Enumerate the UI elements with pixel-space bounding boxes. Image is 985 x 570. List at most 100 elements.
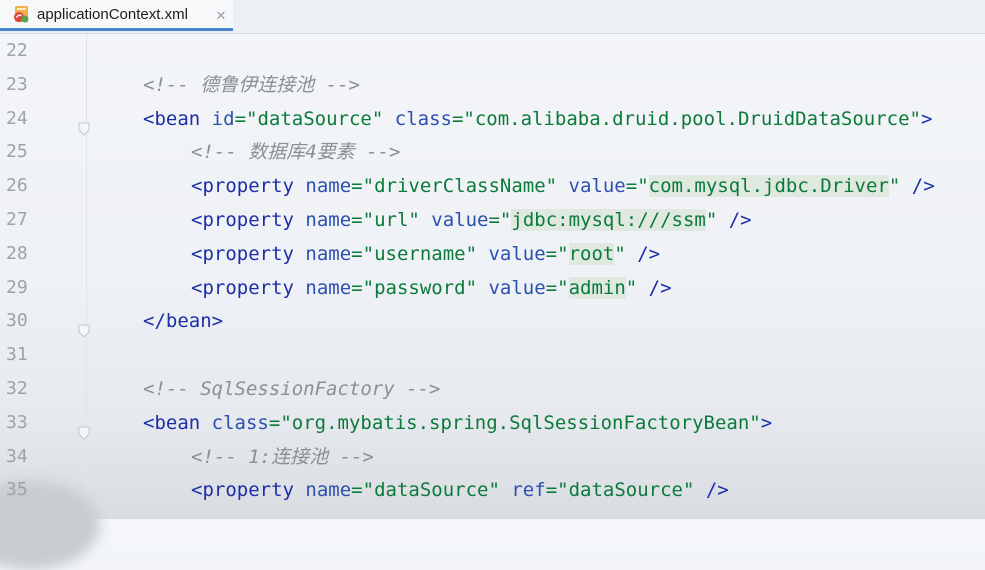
code-token: value	[488, 276, 546, 299]
code-line[interactable]: 34 <!-- 1:连接池 -->	[0, 440, 985, 474]
close-tab-icon[interactable]: ✕	[212, 7, 230, 25]
code-text: <bean class="org.mybatis.spring.SqlSessi…	[143, 406, 772, 440]
code-token: =	[351, 479, 363, 502]
spring-xml-file-icon	[12, 4, 32, 24]
code-token: value	[431, 209, 489, 231]
code-token: name	[305, 242, 352, 265]
code-token: =	[351, 175, 363, 198]
code-token: </bean>	[143, 310, 224, 333]
code-token: "	[625, 276, 638, 299]
code-text: <property name="username" value="root" /…	[191, 237, 660, 271]
code-line[interactable]: 23 <!-- 德鲁伊连接池 -->	[0, 68, 985, 102]
line-number: 29	[6, 276, 28, 298]
code-token: />	[637, 276, 672, 299]
code-token: >	[920, 107, 933, 130]
code-text: <bean id="dataSource" class="com.alibaba…	[143, 102, 932, 136]
line-number: 26	[6, 175, 28, 197]
code-line[interactable]: 24 <bean id="dataSource" class="com.aliba…	[0, 102, 985, 136]
code-token: >	[760, 411, 773, 434]
code-token: "url"	[362, 209, 420, 231]
code-token: ="	[625, 175, 649, 198]
code-token: name	[305, 479, 352, 502]
code-line[interactable]: 35 <property name="dataSource" ref="dataS…	[0, 473, 985, 507]
code-line[interactable]: 29 <property name="password" value="admin…	[0, 271, 985, 305]
code-text: <property name="driverClassName" value="…	[191, 169, 935, 203]
code-line[interactable]: 27 <property name="url" value="jdbc:mysql…	[0, 203, 985, 237]
code-token: />	[625, 242, 661, 265]
code-token: "com.alibaba.druid.pool.DruidDataSource"	[463, 107, 921, 130]
highlighted-value: admin	[568, 276, 626, 299]
code-token: ="	[545, 276, 569, 299]
code-line[interactable]: 22	[0, 34, 985, 68]
code-text: <!-- 德鲁伊连接池 -->	[143, 68, 360, 102]
highlighted-value: com.mysql.jdbc.Driver	[648, 175, 889, 198]
code-token: ref	[511, 479, 546, 502]
highlighted-value: jdbc:mysql:///ssm	[511, 209, 706, 231]
code-token: class	[211, 411, 269, 434]
code-token: ="	[488, 209, 512, 231]
line-number: 28	[6, 242, 28, 264]
code-token: <!-- 数据库4要素 -->	[191, 141, 401, 164]
line-number: 25	[6, 141, 28, 163]
line-number: 27	[6, 209, 28, 230]
code-text: <!-- 1:连接池 -->	[191, 440, 374, 474]
code-token: <property	[191, 209, 294, 231]
line-number: 33	[6, 411, 28, 433]
code-line[interactable]: 26 <property name="driverClassName" value…	[0, 169, 985, 203]
code-token: =	[268, 411, 281, 434]
code-token: class	[394, 107, 452, 130]
line-number: 35	[6, 479, 28, 501]
code-token: <!-- 德鲁伊连接池 -->	[143, 73, 360, 96]
code-token: name	[305, 209, 352, 231]
code-line[interactable]: 30 </bean>	[0, 304, 985, 339]
code-token: "org.mybatis.spring.SqlSessionFactoryBea…	[280, 411, 761, 434]
code-token: <bean	[143, 411, 201, 434]
code-token: =	[351, 242, 363, 265]
code-line[interactable]: 28 <property name="username" value="root"…	[0, 237, 985, 271]
line-number: 34	[6, 445, 28, 467]
code-token: "password"	[362, 276, 478, 299]
code-editor[interactable]: 22 23 <!-- 德鲁伊连接池 --> 24 <bean id="dataSourc…	[0, 34, 985, 519]
code-token: "username"	[362, 242, 478, 265]
code-token: value	[488, 242, 546, 265]
code-text: <property name="url" value="jdbc:mysql:/…	[191, 203, 752, 237]
code-text: <!-- SqlSessionFactory -->	[143, 372, 440, 406]
code-token: />	[900, 175, 935, 198]
code-token: =	[351, 276, 363, 299]
line-number: 22	[6, 40, 28, 61]
line-number: 31	[6, 344, 28, 366]
highlighted-value: root	[568, 242, 615, 265]
line-number: 23	[6, 73, 28, 95]
file-tab[interactable]: applicationContext.xml	[0, 0, 233, 31]
fold-marker-icon[interactable]	[78, 417, 90, 440]
editor-tab-bar: applicationContext.xml ✕	[0, 0, 985, 34]
code-line[interactable]: 25 <!-- 数据库4要素 -->	[0, 135, 985, 169]
code-line[interactable]: 31	[0, 338, 985, 372]
code-token: =	[234, 107, 247, 130]
fold-marker-icon[interactable]	[78, 315, 90, 339]
code-line[interactable]: 33 <bean class="org.mybatis.spring.SqlSes…	[0, 406, 985, 440]
code-token: <property	[191, 242, 294, 265]
line-number: 30	[6, 310, 28, 332]
code-token: <property	[191, 276, 294, 299]
code-token: <property	[191, 479, 294, 502]
fold-marker-icon[interactable]	[78, 113, 90, 136]
code-token: bean	[154, 107, 201, 130]
file-tab-label: applicationContext.xml	[37, 5, 188, 23]
line-number: 32	[6, 378, 28, 399]
code-text: <property name="dataSource" ref="dataSou…	[191, 473, 729, 507]
code-token: =	[545, 479, 558, 502]
code-token: name	[305, 175, 352, 198]
code-text: <!-- 数据库4要素 -->	[191, 135, 400, 169]
code-line[interactable]: 32 <!-- SqlSessionFactory -->	[0, 372, 985, 406]
